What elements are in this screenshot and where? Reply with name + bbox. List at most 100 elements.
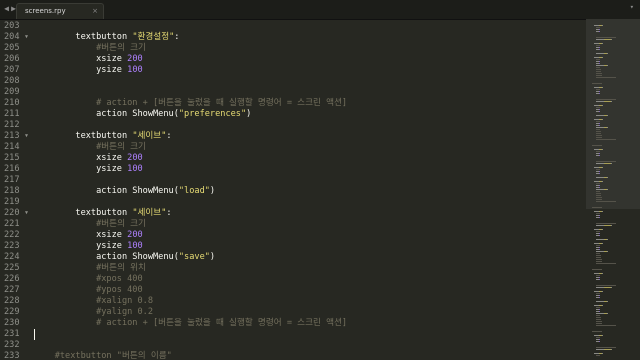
code-text: xsize 200 [34,230,143,241]
code-line[interactable]: 204 ▼ textbutton "환경설정": [0,32,586,43]
code-token: #yalign 0.2 [34,307,153,317]
code-line[interactable]: 232 [0,340,586,351]
minimap-stroke [598,297,600,298]
minimap-stroke [610,101,612,102]
minimap-stroke [596,197,602,198]
line-number: 221 [4,219,20,229]
minimap-stroke [610,225,612,226]
minimap-stroke [596,177,604,178]
code-line[interactable]: 233 #textbutton "버튼의 이름" [0,351,586,360]
code-line[interactable]: 226 #xpos 400 [0,274,586,285]
code-token: action ShowMenu( [34,252,179,262]
code-token: xsize [34,54,128,64]
minimap-stroke [598,153,600,154]
minimap-stroke [596,131,601,132]
code-token: : [166,208,172,218]
back-arrow-icon[interactable]: ◀ [3,3,10,15]
minimap-stroke [601,119,603,120]
code-text: #xalign 0.8 [34,296,153,307]
minimap-stroke [601,181,603,182]
line-number: 214 [4,142,20,152]
minimap-stroke [592,207,602,208]
minimap-stroke [596,239,604,240]
minimap-stroke [598,91,600,92]
minimap-stroke [598,29,600,30]
code-line[interactable]: 207 ysize 100 [0,65,586,76]
minimap-stroke [596,193,601,194]
code-token: : [174,32,180,42]
close-icon[interactable]: × [92,6,98,17]
code-line[interactable]: 225 #버튼의 위치 [0,263,586,274]
line-number: 211 [4,109,20,119]
line-number: 216 [4,164,20,174]
minimap-stroke [596,121,600,122]
minimap-stroke [602,211,603,212]
code-text: ysize 100 [34,65,143,76]
fold-arrow-icon[interactable]: ▼ [25,208,28,219]
minimap-stroke [596,261,602,262]
code-line[interactable]: 213 ▼ textbutton "세이브": [0,131,586,142]
code-text: #버튼의 크기 [34,142,146,153]
code-line[interactable]: 229 #yalign 0.2 [0,307,586,318]
code-text: #yalign 0.2 [34,307,153,318]
code-line[interactable]: 203 [0,21,586,32]
code-text: xsize 200 [34,153,143,164]
code-line[interactable]: 215 xsize 200 [0,153,586,164]
minimap-stroke [598,249,600,250]
code-text: #textbutton "버튼의 이름" [34,351,172,360]
code-text: xsize 200 [34,54,143,65]
code-line[interactable]: 212 [0,120,586,131]
code-line[interactable]: 224 action ShowMenu("save") [0,252,586,263]
minimap-stroke [607,313,608,314]
minimap-stroke [596,27,600,28]
code-line[interactable]: 206 xsize 200 [0,54,586,65]
code-text: textbutton "세이브": [34,208,172,219]
minimap-stroke [596,133,601,134]
code-line[interactable]: 216 ysize 100 [0,164,586,175]
code-line[interactable]: 218 action ShowMenu("load") [0,186,586,197]
code-line[interactable]: 221 #버튼의 크기 [0,219,586,230]
minimap-stroke [596,183,600,184]
minimap-stroke [598,155,600,156]
code-line[interactable]: 217 [0,175,586,186]
code-editor[interactable]: 203 204 ▼ textbutton "환경설정": 205 #버튼의 크기 206… [0,19,586,360]
code-token: #xalign 0.8 [34,296,153,306]
code-text: # action + [버튼을 눌렀을 때 실행할 명령어 = 스크린 액션] [34,318,347,329]
minimap-stroke [596,151,600,152]
code-line[interactable]: 220 ▼ textbutton "세이브": [0,208,586,219]
line-number: 204 [4,32,20,42]
minimap-stroke [602,149,603,150]
minimap[interactable] [586,19,640,360]
fold-arrow-icon[interactable]: ▼ [25,131,28,142]
minimap-stroke [598,279,600,280]
tab-screens-rpy[interactable]: screens.rpy × [16,3,104,19]
code-token: #버튼의 크기 [34,43,146,53]
code-line[interactable]: 219 [0,197,586,208]
minimap-stroke [610,163,612,164]
code-line[interactable]: 227 #ypos 400 [0,285,586,296]
fold-arrow-icon[interactable]: ▼ [25,32,28,43]
minimap-stroke [596,59,600,60]
minimap-stroke [596,245,600,246]
minimap-stroke [602,87,603,88]
code-line[interactable]: 222 xsize 200 [0,230,586,241]
code-line[interactable]: 214 #버튼의 크기 [0,142,586,153]
code-line[interactable]: 228 #xalign 0.8 [0,296,586,307]
minimap-stroke [601,229,603,230]
code-line[interactable]: 231 [0,329,586,340]
minimap-stroke [596,323,602,324]
code-line[interactable]: 205 #버튼의 크기 [0,43,586,54]
tab-bar: ◀ ▶ screens.rpy × ▾ [0,0,640,20]
code-line[interactable]: 208 [0,76,586,87]
chevron-down-icon[interactable]: ▾ [630,3,634,11]
line-number: 227 [4,285,20,295]
code-line[interactable]: 211 action ShowMenu("preferences") [0,109,586,120]
code-token: #버튼의 위치 [34,263,146,273]
line-number: 223 [4,241,20,251]
minimap-stroke [596,293,600,294]
code-token: ysize [34,164,128,174]
code-line[interactable]: 209 [0,87,586,98]
code-line[interactable]: 223 ysize 100 [0,241,586,252]
code-line[interactable]: 210 # action + [버튼을 눌렀을 때 실행할 명령어 = 스크린 … [0,98,586,109]
code-line[interactable]: 230 # action + [버튼을 눌렀을 때 실행할 명령어 = 스크린 … [0,318,586,329]
